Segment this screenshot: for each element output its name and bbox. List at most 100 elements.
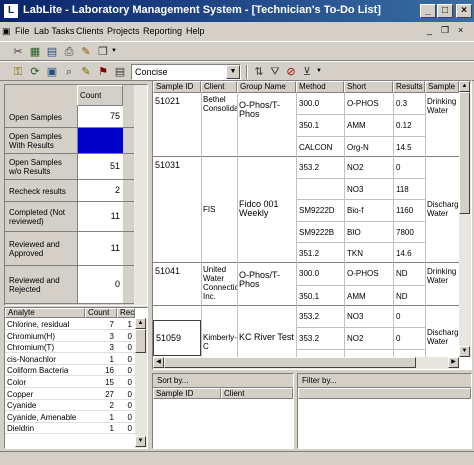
summary-row-count[interactable]: 2 [77, 180, 123, 201]
view-icon[interactable]: ▣ [44, 64, 60, 80]
summary-row-count[interactable]: 51 [77, 154, 123, 179]
view-select[interactable]: Concise ▼ [131, 64, 241, 80]
filter-icon[interactable]: ⛛ [267, 64, 283, 80]
summary-row-count[interactable]: 75 [77, 106, 123, 127]
sort-column-client[interactable]: Client [221, 388, 293, 399]
summary-scrollbar[interactable] [134, 85, 147, 305]
summary-row[interactable]: Open Samples 75 [5, 106, 134, 128]
analyte-header-1[interactable]: Count [85, 308, 117, 318]
summary-row-count[interactable]: 11 [77, 232, 123, 265]
analyte-row[interactable]: Chromium(H) 3 0 [5, 331, 135, 342]
scroll-right-icon[interactable]: ▶ [448, 357, 459, 368]
scroll-up-icon[interactable]: ▲ [135, 318, 146, 329]
print-icon[interactable]: ⎙ [61, 44, 77, 60]
analyte-row[interactable]: Chromium(T) 3 0 [5, 342, 135, 354]
analyte-scrollbar[interactable]: ▲ ▼ [135, 318, 147, 448]
scroll-left-icon[interactable]: ◀ [153, 357, 164, 368]
samples-vscrollbar[interactable]: ▲ ▼ [459, 81, 471, 357]
samples-header-1[interactable]: Client [201, 81, 237, 93]
samples-hscrollbar[interactable]: ◀ ▶ [153, 357, 459, 369]
apply-filter-icon[interactable]: ⊻ [299, 64, 315, 80]
summary-row[interactable]: Reviewed and Rejected 0 [5, 266, 134, 304]
menu-clients[interactable]: Clients [76, 26, 104, 36]
analyte-row[interactable]: Coliform Bacteria 16 0 [5, 365, 135, 377]
samples-header-6[interactable]: Sample [425, 81, 459, 93]
mdi-icon[interactable]: ▣ [2, 26, 11, 37]
analyte-row[interactable]: Chlorine, residual 7 1 [5, 319, 135, 330]
copy-icon[interactable]: ❐ [95, 44, 111, 60]
scroll-thumb[interactable] [164, 357, 416, 368]
analyte-row[interactable]: Copper 27 0 [5, 389, 135, 400]
result-row[interactable]: 350.1AMMND [296, 284, 425, 307]
analyte-row[interactable]: Color 15 0 [5, 377, 135, 388]
result-row[interactable]: NO3 118 [296, 178, 425, 201]
summary-row[interactable]: Reviewed and Approved 11 [5, 232, 134, 266]
analyte-row[interactable]: Dieldrin 1 0 [5, 423, 135, 435]
refresh-icon[interactable]: ⟳ [27, 64, 43, 80]
scroll-thumb[interactable] [459, 92, 470, 214]
notes-icon[interactable]: ▤ [112, 64, 128, 80]
analyte-row[interactable]: cis-Nonachlor 1 0 [5, 354, 135, 365]
tools-icon[interactable]: ✂ [10, 44, 26, 60]
analyte-row[interactable]: Cyanide, Amenable 1 0 [5, 412, 135, 423]
mdi-restore-icon[interactable]: ❐ [441, 25, 449, 36]
sample-id[interactable]: 51031 [153, 159, 201, 171]
dropdown-arrow-icon[interactable]: ▼ [111, 48, 117, 54]
filter-header[interactable] [298, 388, 471, 399]
summary-row[interactable]: Open Samples w/o Results 51 [5, 154, 134, 180]
chevron-down-icon[interactable]: ▼ [226, 65, 240, 79]
scroll-up-icon[interactable]: ▲ [459, 81, 470, 92]
sample-id[interactable]: 51059 [153, 319, 201, 356]
scroll-down-icon[interactable]: ▼ [135, 436, 146, 447]
samples-header-3[interactable]: Method [296, 81, 344, 93]
samples-header-5[interactable]: Results [393, 81, 425, 93]
close-button[interactable]: × [456, 4, 472, 18]
samples-header-2[interactable]: Group Name [237, 81, 296, 93]
samples-header-4[interactable]: Short [344, 81, 393, 93]
flag-icon[interactable]: ⚑ [95, 64, 111, 80]
menu-reporting[interactable]: Reporting [143, 26, 182, 36]
minimize-button[interactable]: _ [420, 4, 436, 18]
result-row[interactable]: 300.0 O-PHOS 0.3 [296, 93, 425, 115]
result-row[interactable]: 351.2 TKN 14.6 [296, 242, 425, 265]
menu-help[interactable]: Help [186, 26, 205, 36]
menu-projects[interactable]: Projects [107, 26, 140, 36]
analyte-header-2[interactable]: Rec [117, 308, 135, 318]
menu-file[interactable]: File [15, 26, 30, 36]
sample-group[interactable]: 51041United Water Connecticut Inc.O-Phos… [153, 263, 459, 307]
grid-icon[interactable]: ▦ [27, 44, 43, 60]
analyte-header-0[interactable]: Analyte [5, 308, 85, 318]
analyte-row[interactable]: Cyanide 2 0 [5, 400, 135, 412]
sample-group[interactable]: 51031FISFidco 001 WeeklyDischarge Water3… [153, 156, 459, 265]
mdi-close-icon[interactable]: × [458, 25, 463, 35]
key-icon[interactable]: ⚿ [10, 64, 26, 80]
result-row[interactable]: 353.2 NO3 0 [296, 306, 425, 328]
result-row[interactable]: 350.1 AMM 0.12 [296, 114, 425, 137]
summary-row-count[interactable]: 0 [77, 266, 123, 303]
dropdown-arrow-icon[interactable]: ▼ [316, 68, 322, 74]
maximize-button[interactable]: □ [437, 4, 453, 18]
summary-row-count[interactable] [77, 128, 123, 153]
sample-group[interactable]: 51021 Bethel Consolida O-Phos/T-Phos Drinki… [153, 93, 459, 158]
menu-lab-tasks[interactable]: Lab Tasks [34, 26, 74, 36]
summary-count-header[interactable]: Count [77, 85, 123, 106]
samples-header-0[interactable]: Sample ID [153, 81, 201, 93]
summary-row[interactable]: Recheck results 2 [5, 180, 134, 202]
mdi-minimize-icon[interactable]: _ [427, 25, 432, 35]
sort-column-sample-id[interactable]: Sample ID [153, 388, 221, 399]
result-row[interactable]: SM9222B BIO 7800 [296, 220, 425, 244]
sort-az-icon[interactable]: ⇅ [251, 64, 267, 80]
result-row[interactable]: 300.0 O-PHOS ND [296, 263, 425, 285]
app-icon[interactable]: L [3, 3, 19, 19]
summary-row[interactable]: Completed (Not reviewed) 11 [5, 202, 134, 232]
result-row[interactable]: 353.2 NO2 0 [296, 156, 425, 179]
sample-id[interactable]: 51021 [153, 95, 201, 107]
edit-record-icon[interactable]: ✎ [78, 64, 94, 80]
edit-icon[interactable]: ✎ [78, 44, 94, 60]
result-row[interactable]: SM9222D Bio-f 1160 [296, 199, 425, 222]
clear-filter-icon[interactable]: ⊘ [283, 64, 299, 80]
result-row[interactable]: 353.2 NO2 0 [296, 327, 425, 350]
scroll-thumb[interactable] [135, 329, 146, 353]
document-icon[interactable]: ▤ [44, 44, 60, 60]
scroll-down-icon[interactable]: ▼ [459, 346, 470, 357]
